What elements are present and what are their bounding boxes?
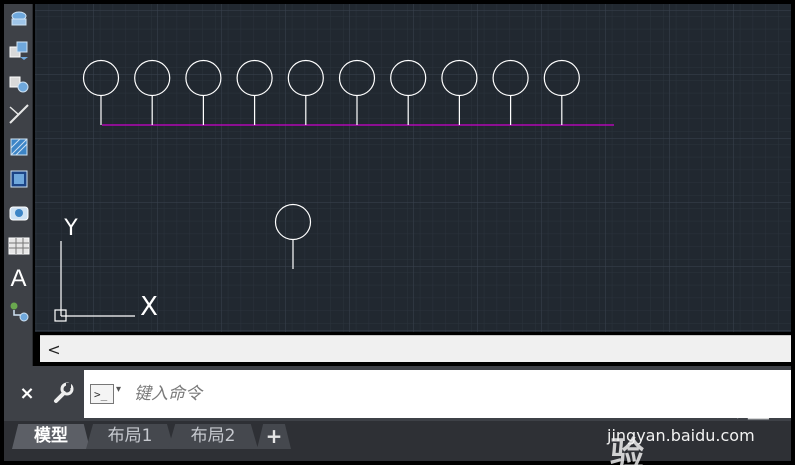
tab-model[interactable]: 模型 (12, 424, 90, 449)
region-icon[interactable] (6, 200, 31, 225)
close-icon[interactable]: × (16, 382, 38, 404)
drawing-canvas[interactable]: Y X (35, 4, 791, 332)
grid (35, 4, 791, 332)
svg-text:>_: >_ (94, 388, 108, 401)
tab-layout1[interactable]: 布局1 (86, 424, 174, 449)
revolve-surface-icon[interactable] (6, 6, 31, 31)
watermark: Bai du 经验 jingyan.baidu.com (580, 372, 790, 465)
watermark-url: jingyan.baidu.com (607, 426, 755, 445)
ucs-y-label: Y (63, 216, 78, 241)
hatch-icon[interactable] (6, 134, 31, 159)
command-prompt-icon[interactable]: >_ (90, 384, 114, 404)
autocad-window: A Y X < × >_ ▾ 键入命令 模型 布局1 布局2 + Bai du … (0, 0, 795, 465)
add-selected-icon[interactable] (6, 299, 31, 324)
draw-toolbar: A (4, 4, 33, 366)
line-tool-icon[interactable] (6, 101, 31, 126)
canvas-svg: Y X (35, 4, 791, 332)
ucs-x-label: X (140, 292, 158, 322)
text-tool-glyph: A (10, 264, 27, 292)
insert-block-icon[interactable] (6, 37, 31, 62)
horizontal-scrollbar[interactable]: < (40, 335, 791, 362)
scroll-left-arrow[interactable]: < (44, 339, 64, 359)
create-block-icon[interactable] (6, 70, 31, 95)
wrench-icon[interactable] (50, 380, 76, 406)
chevron-down-icon[interactable]: ▾ (116, 384, 121, 395)
gradient-icon[interactable] (6, 166, 31, 191)
table-icon[interactable] (6, 233, 31, 258)
multiline-text-icon[interactable]: A (6, 264, 31, 292)
tab-layout2[interactable]: 布局2 (168, 424, 258, 449)
watermark-logo-text: Bai du 经验 (610, 386, 770, 465)
add-tab-button[interactable]: + (257, 424, 291, 449)
